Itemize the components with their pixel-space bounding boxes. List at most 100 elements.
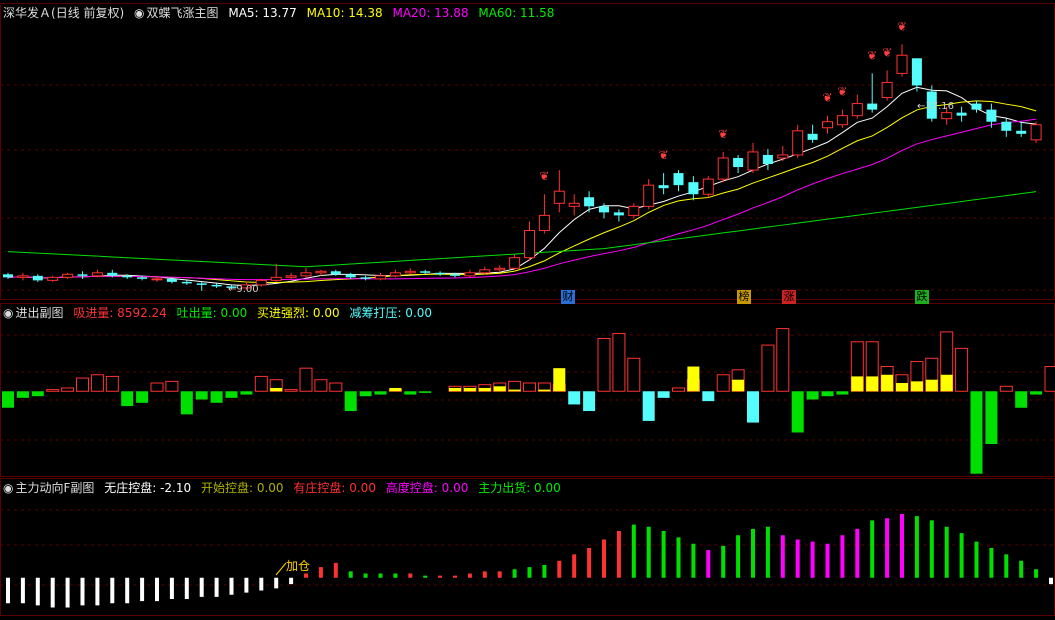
- control-bar: [542, 565, 547, 578]
- candle-down: [1001, 121, 1012, 131]
- control-bar: [229, 577, 234, 595]
- strong-buy-bar: [463, 387, 476, 392]
- sub1-title[interactable]: 进出副图: [15, 306, 63, 320]
- butterfly-icon: ❦: [539, 169, 549, 183]
- outflow-bar: [702, 391, 715, 402]
- low-price-value: 9.00: [236, 284, 259, 295]
- inflow-bar: [1044, 366, 1055, 392]
- control-bar: [557, 560, 562, 578]
- control-bar: [199, 577, 204, 597]
- stock-chart-window: ❦ ❦ ❦ ❦ ❦ ❦ ❦ ❦ 深华发Ａ(日线 前复权) ◉ 双蝶飞涨主图 MA5: 13.77…: [0, 0, 1055, 616]
- control-bar: [393, 573, 398, 578]
- control-bar: [900, 514, 904, 578]
- outflow-bar: [136, 391, 149, 403]
- ma5-value: MA5: 13.77: [228, 6, 297, 20]
- candle-up: [836, 115, 848, 126]
- candle-up: [375, 275, 386, 280]
- control-bar: [453, 575, 457, 578]
- signal-badge: 榜: [737, 290, 751, 304]
- control-bar: [631, 524, 636, 578]
- candle-down: [986, 109, 997, 122]
- candle-down: [166, 278, 177, 282]
- inflow-bar: [761, 344, 775, 392]
- outflow-bar: [836, 391, 849, 395]
- indicator-name[interactable]: 双蝶飞涨主图: [147, 6, 219, 20]
- control-bar: [467, 573, 472, 578]
- high-price-label: ←17.16: [917, 101, 955, 112]
- ma10-value: MA10: 14.38: [306, 6, 383, 20]
- control-bar: [482, 571, 487, 578]
- control-bar: [35, 577, 40, 606]
- candle-down: [181, 281, 192, 284]
- candle-up: [881, 81, 893, 99]
- candle-up: [151, 278, 163, 281]
- control-bar: [855, 528, 860, 578]
- control-bar: [885, 518, 890, 578]
- control-bar: [184, 577, 189, 599]
- control-bar: [244, 577, 249, 593]
- control-bar: [95, 577, 100, 606]
- candle-up: [389, 272, 401, 277]
- strong-buy-bar: [687, 366, 700, 392]
- candle-up: [538, 214, 550, 232]
- control-bar: [870, 520, 875, 578]
- candle-up: [509, 257, 521, 269]
- candle-down: [122, 275, 133, 278]
- stock-name[interactable]: 深华发Ａ: [3, 6, 51, 20]
- strong-buy-bar: [896, 383, 908, 392]
- control-bar: [6, 577, 10, 604]
- control-bar: [602, 539, 606, 578]
- control-bar: [304, 573, 308, 578]
- candle-up: [643, 184, 655, 207]
- outflow-bar: [568, 391, 581, 405]
- candle-up: [404, 270, 416, 274]
- candle-down: [956, 112, 967, 116]
- inflow-bar: [329, 382, 343, 392]
- butterfly-icon: ❦: [867, 48, 877, 62]
- outflow-bar: [642, 391, 655, 421]
- outflow-bar: [180, 391, 193, 415]
- control-bar: [169, 577, 174, 599]
- control-bar: [348, 571, 353, 578]
- strong-buy-bar: [866, 376, 879, 392]
- candle-up: [1030, 124, 1042, 141]
- candle-down: [599, 206, 609, 213]
- candle-down: [1016, 130, 1027, 134]
- inflow-bar: [314, 379, 328, 392]
- inflow-bar: [776, 328, 790, 392]
- outflow-bar: [419, 391, 432, 393]
- dropdown-icon[interactable]: ◉: [134, 6, 144, 20]
- ma10-line: [7, 100, 1037, 283]
- control-bar: [512, 569, 517, 578]
- candle-up: [62, 273, 74, 278]
- butterfly-icon: ❦: [822, 91, 832, 105]
- inflow-bar: [955, 347, 969, 392]
- strong-buy-bar: [881, 374, 894, 392]
- outflow-bar: [195, 391, 208, 400]
- sub2-title[interactable]: 主力动向F副图: [15, 481, 94, 495]
- candle-up: [270, 276, 282, 281]
- period-label[interactable]: (日线 前复权): [51, 6, 124, 20]
- inflow-bar: [46, 389, 60, 392]
- ma5-line: [7, 86, 1037, 286]
- control-bar: [780, 535, 785, 578]
- candle-up: [568, 202, 580, 207]
- candle-up: [702, 178, 714, 195]
- ma20-line: [7, 118, 1037, 281]
- candle-down: [450, 274, 460, 276]
- main-sell-value: 主力出货: 0.00: [478, 481, 561, 495]
- inflow-bar: [627, 357, 641, 392]
- candle-up: [717, 157, 729, 180]
- outflow-bar: [791, 391, 804, 433]
- no-control-value: 无庄控盘: -2.10: [104, 481, 192, 495]
- dropdown-icon[interactable]: ◉: [3, 481, 13, 495]
- candle-down: [137, 277, 148, 279]
- reduce-value: 减筹打压: 0.00: [349, 306, 433, 320]
- candle-down: [971, 103, 982, 110]
- inflow-bar: [284, 389, 298, 392]
- control-bar: [989, 548, 994, 578]
- control-bar: [840, 535, 845, 578]
- outflow-bar: [344, 391, 357, 412]
- dropdown-icon[interactable]: ◉: [3, 306, 13, 320]
- has-control-value: 有庄控盘: 0.00: [293, 481, 376, 495]
